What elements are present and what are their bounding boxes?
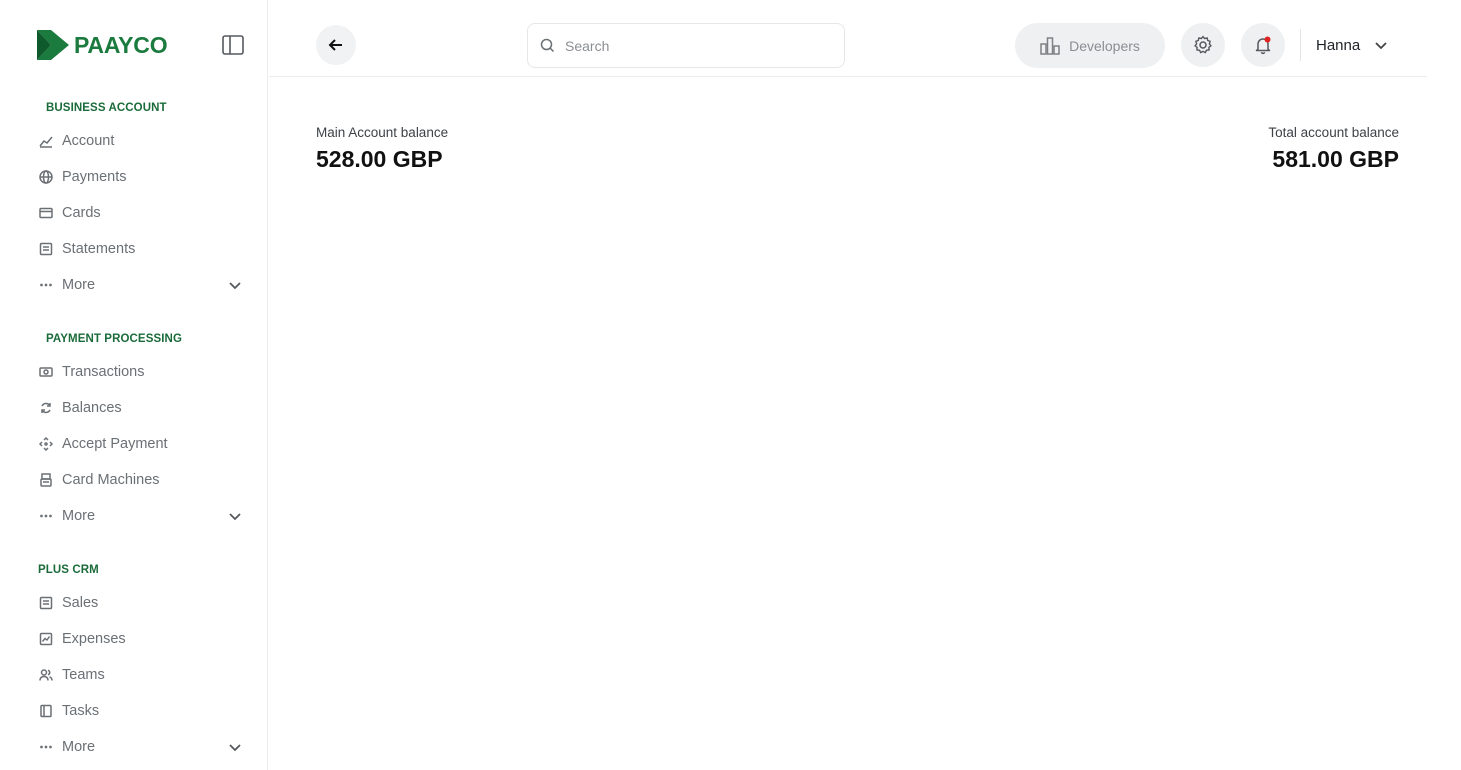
sidebar-item-label: Card Machines — [62, 472, 160, 488]
search-box[interactable] — [527, 23, 845, 68]
sidebar-item-accept-payment[interactable]: Accept Payment — [38, 432, 248, 456]
sidebar-toggle-button[interactable] — [220, 33, 246, 57]
chart-icon — [38, 133, 54, 149]
total-balance-label: Total account balance — [1268, 125, 1399, 140]
card-icon — [38, 205, 54, 221]
developers-button[interactable]: Developers — [1015, 23, 1165, 68]
sidebar-item-label: Cards — [62, 205, 101, 221]
sidebar-item-payments[interactable]: Payments — [38, 165, 248, 189]
total-balance-value: 581.00 GBP — [1272, 146, 1399, 172]
main-balance-label: Main Account balance — [316, 125, 449, 140]
sidebar-item-statements[interactable]: Statements — [38, 237, 248, 261]
sidebar-item-cards[interactable]: Cards — [38, 201, 248, 225]
main-account-balance: Main Account balance 528.00 GBP — [316, 125, 448, 173]
sidebar-item-label: More — [62, 277, 96, 293]
sidebar-item-label: More — [62, 508, 96, 524]
move-icon — [38, 436, 54, 452]
sidebar-item-more-business[interactable]: More — [38, 273, 248, 297]
sidebar-item-more-crm[interactable]: More — [38, 735, 248, 759]
sidebar-item-label: Payments — [62, 169, 127, 185]
sidebar-item-label: More — [62, 739, 96, 755]
list-icon — [38, 595, 54, 611]
developers-label: Developers — [1069, 37, 1140, 54]
building-icon — [1040, 36, 1060, 55]
arrow-left-icon — [328, 39, 342, 51]
trend-icon — [38, 631, 54, 647]
sidebar-item-tasks[interactable]: Tasks — [38, 699, 248, 723]
sidebar-item-more-payment[interactable]: More — [38, 504, 248, 528]
brand-name: PAAYCO — [74, 32, 168, 58]
sidebar-item-label: Accept Payment — [62, 436, 168, 452]
sidebar-item-account[interactable]: Account — [38, 129, 248, 153]
sidebar-item-label: Balances — [62, 400, 122, 416]
globe-icon — [38, 169, 54, 185]
sidebar-item-expenses[interactable]: Expenses — [38, 627, 248, 651]
sidebar-item-transactions[interactable]: Transactions — [38, 360, 248, 384]
back-button[interactable] — [316, 25, 356, 65]
section-title-business-account: BUSINESS ACCOUNT — [46, 102, 167, 114]
dots-icon — [38, 277, 54, 293]
chevron-down-icon — [228, 509, 242, 523]
user-menu[interactable]: Hanna — [1316, 33, 1388, 57]
notifications-button[interactable] — [1241, 23, 1285, 67]
terminal-icon — [38, 472, 54, 488]
notification-dot — [1264, 36, 1271, 43]
section-title-payment-processing: PAYMENT PROCESSING — [46, 333, 182, 345]
sidebar-item-label: Transactions — [62, 364, 145, 380]
chevron-down-icon — [228, 740, 242, 754]
sidebar-item-label: Tasks — [62, 703, 100, 719]
total-account-balance: Total account balance 581.00 GBP — [1268, 125, 1399, 173]
sidebar: PAAYCO BUSINESS ACCOUNT Account Payments… — [0, 0, 268, 770]
dots-icon — [38, 508, 54, 524]
sidebar-item-balances[interactable]: Balances — [38, 396, 248, 420]
search-input[interactable] — [565, 37, 825, 54]
sidebar-item-label: Account — [62, 133, 115, 149]
sidebar-item-label: Teams — [62, 667, 105, 683]
top-bar: Developers Hanna — [269, 0, 1427, 77]
chevron-down-icon — [1375, 42, 1387, 50]
bell-icon — [1255, 36, 1271, 55]
sidebar-item-label: Expenses — [62, 631, 126, 647]
topbar-divider — [1300, 29, 1301, 61]
sidebar-item-label: Sales — [62, 595, 99, 611]
main-balance-value: 528.00 GBP — [316, 146, 443, 172]
settings-button[interactable] — [1181, 23, 1225, 67]
sidebar-item-sales[interactable]: Sales — [38, 591, 248, 615]
dots-icon — [38, 739, 54, 755]
sidebar-item-teams[interactable]: Teams — [38, 663, 248, 687]
logo-mark-icon — [37, 30, 69, 60]
chevron-down-icon — [228, 278, 242, 292]
search-icon — [540, 38, 555, 53]
users-icon — [38, 667, 54, 683]
refresh-icon — [38, 400, 54, 416]
cash-icon — [38, 364, 54, 380]
sidebar-item-label: Statements — [62, 241, 136, 257]
book-icon — [38, 703, 54, 719]
brand-logo[interactable]: PAAYCO — [37, 30, 168, 60]
section-title-plus-crm: PLUS CRM — [38, 564, 99, 576]
sidebar-item-card-machines[interactable]: Card Machines — [38, 468, 248, 492]
document-icon — [38, 241, 54, 257]
sidebar-panel-icon — [222, 35, 244, 55]
gear-icon — [1194, 35, 1212, 54]
user-name: Hanna — [1316, 36, 1361, 54]
